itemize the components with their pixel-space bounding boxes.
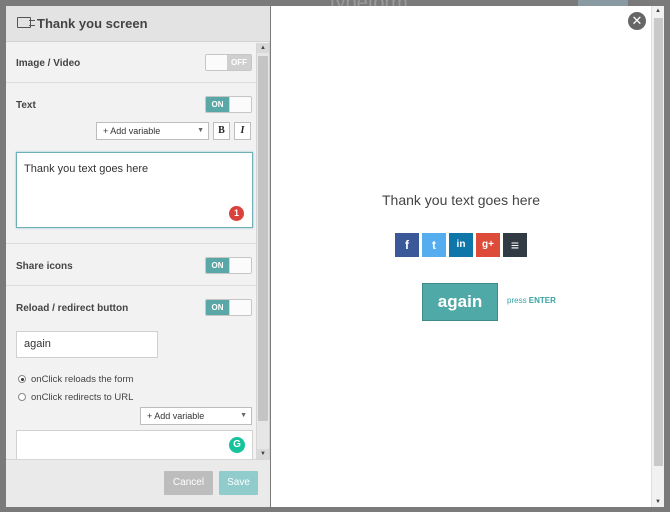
toggle-knob (229, 300, 251, 315)
panel-scroll-area[interactable]: Image / Video OFF Text ON + Add variable… (6, 43, 256, 459)
again-button[interactable]: again (422, 283, 498, 321)
toggle-state: ON (206, 258, 229, 273)
press-label: press (507, 296, 527, 305)
twitter-icon[interactable]: t (422, 233, 446, 257)
toggle-state: OFF (227, 55, 251, 70)
thank-you-text-value: Thank you text goes here (24, 163, 149, 175)
italic-button[interactable]: I (234, 122, 251, 140)
radio-reload-label: onClick reloads the form (31, 374, 134, 385)
panel-header: Thank you screen (6, 6, 270, 42)
image-video-toggle[interactable]: OFF (205, 54, 252, 71)
add-variable-label: + Add variable (147, 411, 205, 421)
radio-redirect-url[interactable]: onClick redirects to URL (18, 392, 133, 403)
thank-you-text-field[interactable]: Thank you text goes here 1 (16, 152, 253, 228)
section-share-icons: Share icons ON (6, 244, 256, 286)
scroll-down-arrow-icon[interactable]: ▼ (652, 497, 664, 507)
save-button[interactable]: Save (219, 471, 258, 495)
panel-footer: Cancel Save (6, 459, 270, 507)
text-toggle[interactable]: ON (205, 96, 252, 113)
button-text-input[interactable]: again (16, 331, 158, 358)
panel-scrollbar[interactable]: ▲ ▼ (256, 43, 269, 459)
toggle-knob (229, 97, 251, 112)
screen-exit-icon (17, 17, 35, 28)
share-icons-label: Share icons (16, 261, 73, 272)
bold-button[interactable]: B (213, 122, 230, 140)
panel-title: Thank you screen (37, 16, 148, 31)
reload-redirect-label: Reload / redirect button (16, 303, 129, 314)
scrollbar-thumb[interactable] (258, 56, 268, 421)
linkedin-icon[interactable]: in (449, 233, 473, 257)
preview-scrollbar[interactable]: ▲ ▼ (651, 6, 664, 507)
close-icon[interactable]: ✕ (628, 12, 646, 30)
grammarly-icon[interactable]: G (229, 437, 245, 453)
radio-checked-icon (18, 375, 26, 383)
radio-reload-form[interactable]: onClick reloads the form (18, 374, 133, 385)
scrollbar-thumb[interactable] (654, 18, 663, 466)
toggle-state: ON (206, 97, 229, 112)
radio-unchecked-icon (18, 393, 26, 401)
image-video-label: Image / Video (16, 58, 81, 69)
google-plus-icon[interactable]: g+ (476, 233, 500, 257)
editor-panel: Thank you screen Image / Video OFF Text … (6, 6, 270, 507)
scroll-up-arrow-icon[interactable]: ▲ (257, 43, 269, 53)
enter-label: ENTER (528, 296, 556, 305)
reload-redirect-toggle[interactable]: ON (205, 299, 252, 316)
redirect-url-input[interactable]: G (16, 430, 253, 459)
text-label: Text (16, 100, 36, 111)
press-enter-hint: press ENTER (507, 296, 556, 305)
toggle-knob (206, 55, 228, 70)
section-reload-redirect: Reload / redirect button ON again onClic… (6, 286, 256, 459)
scroll-up-arrow-icon[interactable]: ▲ (652, 6, 664, 16)
add-variable-label: + Add variable (103, 126, 161, 136)
section-text: Text ON + Add variable ▼ B I Thank you t… (6, 83, 256, 244)
section-image-video: Image / Video OFF (6, 43, 256, 83)
caret-down-icon: ▼ (197, 127, 204, 134)
toggle-knob (229, 258, 251, 273)
preview-thank-you-text: Thank you text goes here (382, 192, 540, 208)
toggle-state: ON (206, 300, 229, 315)
text-add-variable-dropdown[interactable]: + Add variable ▼ (96, 122, 209, 140)
caret-down-icon: ▼ (240, 412, 247, 419)
thank-you-preview: ✕ Thank you text goes here f t in g+ ≡ a… (271, 6, 651, 507)
radio-redirect-label: onClick redirects to URL (31, 392, 134, 403)
share-icons-toggle[interactable]: ON (205, 257, 252, 274)
notification-badge[interactable]: 1 (229, 206, 244, 221)
facebook-icon[interactable]: f (395, 233, 419, 257)
url-add-variable-dropdown[interactable]: + Add variable ▼ (140, 407, 252, 425)
buffer-icon[interactable]: ≡ (503, 233, 527, 257)
cancel-button[interactable]: Cancel (164, 471, 213, 495)
scroll-down-arrow-icon[interactable]: ▼ (257, 449, 269, 459)
